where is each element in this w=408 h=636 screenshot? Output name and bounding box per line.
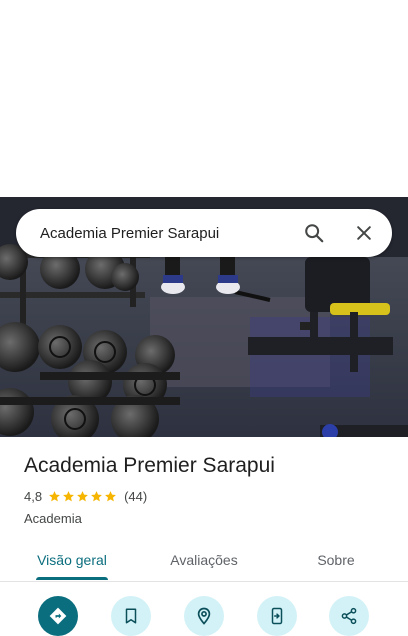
search-input[interactable]: Academia Premier Sarapui xyxy=(16,225,302,242)
send-to-phone-icon xyxy=(271,607,283,625)
directions-icon xyxy=(49,607,67,625)
nearby-icon xyxy=(197,607,211,625)
tab-about[interactable]: Sobre xyxy=(296,540,376,580)
close-icon[interactable] xyxy=(352,221,376,245)
review-count: (44) xyxy=(124,489,148,504)
tab-overview[interactable]: Visão geral xyxy=(24,540,120,580)
share-icon xyxy=(341,607,357,625)
star-icon xyxy=(105,491,116,502)
star-icon xyxy=(63,491,74,502)
place-category: Academia xyxy=(24,511,82,526)
tab-reviews[interactable]: Avaliações xyxy=(156,540,252,580)
directions-button[interactable] xyxy=(38,596,78,636)
place-tabs: Visão geral Avaliações Sobre xyxy=(0,540,408,582)
map-area-blank xyxy=(0,0,408,197)
rating-stars xyxy=(48,490,118,503)
star-icon xyxy=(91,491,102,502)
place-title: Academia Premier Sarapui xyxy=(24,454,275,477)
bookmark-icon xyxy=(125,608,137,624)
share-button[interactable] xyxy=(329,596,369,636)
rating-value: 4,8 xyxy=(24,489,43,504)
nearby-button[interactable] xyxy=(184,596,224,636)
search-icon[interactable] xyxy=(302,221,326,245)
active-tab-indicator xyxy=(36,577,108,580)
rating-row[interactable]: 4,8 (44) xyxy=(24,489,147,504)
star-icon xyxy=(49,491,60,502)
save-button[interactable] xyxy=(111,596,151,636)
send-to-phone-button[interactable] xyxy=(257,596,297,636)
search-bar[interactable]: Academia Premier Sarapui xyxy=(16,209,392,257)
star-icon xyxy=(77,491,88,502)
action-buttons xyxy=(0,596,408,636)
